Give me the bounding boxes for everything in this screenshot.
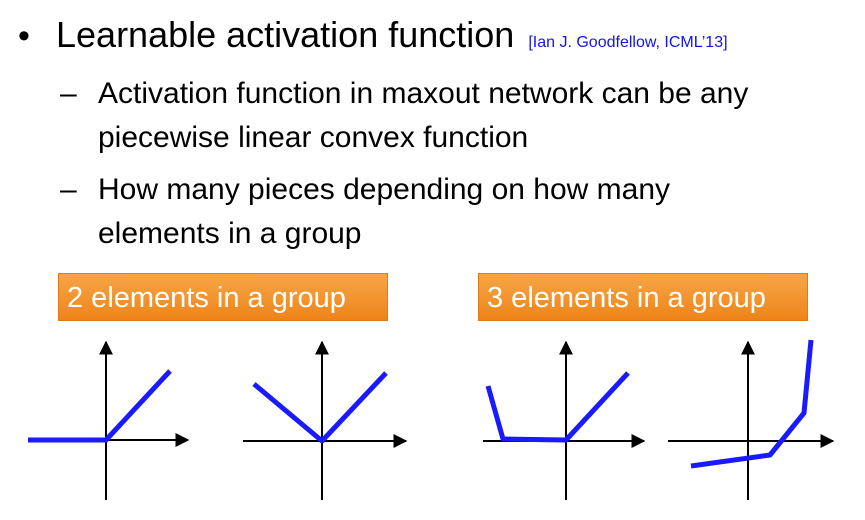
- plot-three-convex: [668, 339, 835, 500]
- activation-curve: [690, 339, 814, 469]
- activation-curve: [485, 371, 630, 443]
- plot-three-flat: [483, 340, 646, 500]
- plot-abs: [243, 340, 408, 500]
- activation-curve: [28, 369, 172, 443]
- activation-plots: [28, 339, 835, 500]
- activation-curve: [252, 371, 388, 444]
- plot-relu: [28, 340, 190, 500]
